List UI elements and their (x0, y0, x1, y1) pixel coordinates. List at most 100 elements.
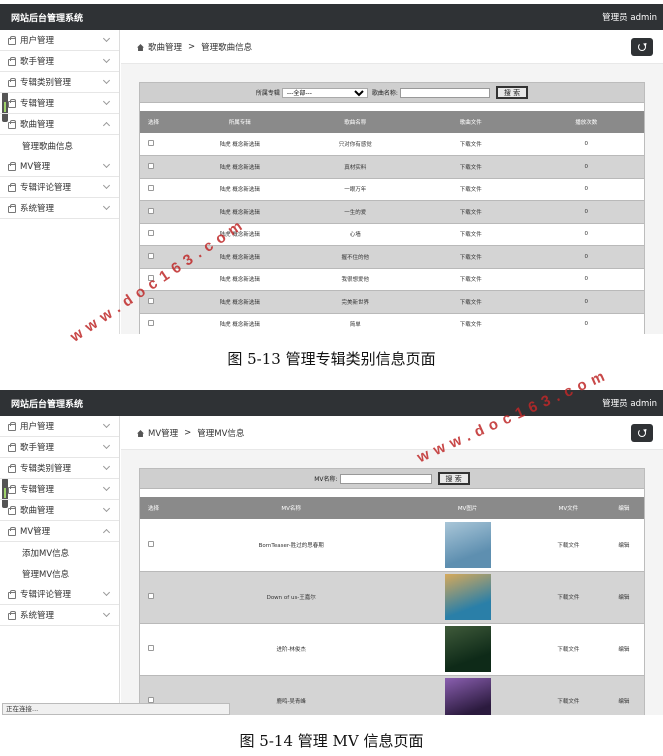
download-link[interactable]: 下载文件 (413, 155, 529, 179)
mv-thumbnail-image (444, 678, 491, 715)
sidebar-item[interactable]: 歌曲管理 (0, 114, 119, 135)
sidebar-item-label: 歌手管理 (20, 57, 55, 67)
chevron-down-icon (102, 202, 111, 211)
download-link[interactable]: 下载文件 (413, 290, 529, 314)
sidebar-item[interactable]: 专辑类别管理 (0, 72, 119, 93)
download-link[interactable]: 下载文件 (413, 200, 529, 224)
column-header: 编辑 (603, 497, 644, 519)
breadcrumb: 歌曲管理 > 管理歌曲信息 (121, 30, 663, 64)
sidebar-item[interactable]: 歌曲管理 (0, 500, 119, 521)
select-cell (140, 623, 181, 676)
refresh-button[interactable] (631, 38, 653, 56)
sidebar-item[interactable]: 专辑管理 (0, 93, 119, 114)
sidebar: 用户管理歌手管理 专辑类别管理专辑管理歌曲管理 MV管理添加MV信息 管理MV信息 专辑… (0, 416, 120, 715)
browser-status-bar: 正在连接... (2, 703, 230, 715)
row-checkbox[interactable] (148, 230, 154, 237)
sidebar-item[interactable]: 专辑类别管理 (0, 458, 119, 479)
download-link[interactable]: 下载文件 (413, 133, 529, 156)
search-button[interactable]: 搜 索 (437, 472, 470, 485)
edit-link[interactable]: 编辑 (603, 571, 644, 624)
sidebar-item[interactable]: 专辑评论管理 (0, 177, 119, 198)
sidebar-item[interactable]: MV管理 (0, 521, 119, 542)
sidebar-item[interactable]: 专辑管理 (0, 479, 119, 500)
sidebar-item-label: 专辑管理 (20, 485, 55, 495)
edit-link[interactable]: 编辑 (603, 519, 644, 572)
select-cell (140, 178, 182, 201)
username: admin (630, 399, 657, 409)
lock-icon (8, 56, 16, 66)
sidebar-item[interactable]: 系统管理 (0, 198, 119, 219)
row-checkbox[interactable] (148, 645, 154, 651)
sidebar-item[interactable]: 歌手管理 (0, 51, 119, 72)
chevron-down-icon (102, 462, 111, 471)
sidebar-item-label: MV管理 (20, 527, 51, 537)
sidebar-subitem[interactable]: 管理歌曲信息 (0, 135, 119, 156)
download-link[interactable]: 下载文件 (413, 223, 529, 246)
row-checkbox[interactable] (148, 252, 154, 259)
row-checkbox[interactable] (148, 185, 154, 192)
select-cell (140, 519, 181, 572)
chevron-down-icon (102, 55, 111, 64)
download-link[interactable]: 下载文件 (413, 245, 529, 269)
row-checkbox[interactable] (148, 162, 154, 169)
song-name-input[interactable] (399, 87, 490, 98)
mv-list-panel: MV名称: 搜 索 选择 MV名称 MV图片 MV文件 编辑 BornTeaser-胜过… (139, 468, 645, 715)
refresh-button[interactable] (631, 424, 653, 442)
sidebar-item-label: 系统管理 (20, 611, 55, 621)
sidebar-subitem[interactable]: 添加MV信息 (0, 542, 119, 563)
row-checkbox[interactable] (148, 207, 154, 214)
home-icon[interactable] (137, 430, 144, 437)
lock-icon (8, 421, 16, 431)
column-header: 选择 (140, 497, 181, 519)
sidebar-subitem[interactable]: 管理MV信息 (0, 563, 119, 584)
sidebar-item[interactable]: 专辑评论管理 (0, 584, 119, 605)
select-cell (140, 313, 182, 334)
home-icon[interactable] (137, 44, 144, 51)
search-button[interactable]: 搜 索 (495, 86, 529, 99)
row-checkbox[interactable] (148, 140, 154, 146)
breadcrumb-section[interactable]: MV管理 (148, 427, 178, 439)
mv-name-label: MV名称: (314, 476, 338, 483)
row-checkbox[interactable] (148, 540, 154, 547)
column-header: 选择 (140, 111, 182, 133)
lock-icon (8, 610, 16, 620)
download-link[interactable]: 下载文件 (413, 178, 529, 201)
table-row: 陆虎 概念新选辑 一生的爱 下载文件 0 (140, 200, 644, 224)
download-link[interactable]: 下载文件 (533, 571, 604, 624)
username: admin (630, 13, 657, 23)
download-link[interactable]: 下载文件 (413, 268, 529, 291)
mv-thumbnail-image (444, 626, 491, 672)
sidebar-item[interactable]: 系统管理 (0, 605, 119, 626)
mv-table: 选择 MV名称 MV图片 MV文件 编辑 BornTeaser-胜过的思春期 下载文件 编辑… (140, 497, 644, 715)
download-link[interactable]: 下载文件 (533, 519, 604, 572)
download-link[interactable]: 下载文件 (533, 675, 604, 715)
breadcrumb-section[interactable]: 歌曲管理 (148, 41, 182, 53)
lock-icon (8, 526, 16, 536)
sidebar-item[interactable]: 歌手管理 (0, 437, 119, 458)
album-select[interactable]: ---全部--- (281, 87, 368, 98)
column-header: 歌曲文件 (413, 111, 529, 133)
user-role: 管理员 (602, 399, 628, 409)
table-cell: Down of us-王嘉尔 (180, 571, 403, 624)
row-checkbox[interactable] (148, 593, 154, 599)
sidebar-item[interactable]: 用户管理 (0, 416, 119, 437)
row-checkbox[interactable] (148, 297, 154, 304)
column-header: MV图片 (402, 497, 534, 519)
download-link[interactable]: 下载文件 (533, 623, 604, 676)
lock-icon (8, 119, 16, 129)
download-link[interactable]: 下载文件 (413, 313, 529, 334)
sidebar-item[interactable]: MV管理 (0, 156, 119, 177)
breadcrumb-separator: > (184, 427, 192, 438)
edit-link[interactable]: 编辑 (603, 623, 644, 676)
sidebar-item[interactable]: 用户管理 (0, 30, 119, 51)
sidebar-item-label: 用户管理 (20, 422, 55, 432)
user-info[interactable]: 管理员 admin (602, 397, 657, 409)
mv-name-input[interactable] (339, 473, 432, 484)
table-row: 陆虎 概念新选辑 一眼万年 下载文件 0 (140, 178, 644, 201)
edit-link[interactable]: 编辑 (603, 675, 644, 715)
mv-management-screen: 网站后台管理系统 管理员 admin 用户管理 歌手管理 专辑类别管理 专辑管理 歌曲管… (0, 390, 663, 715)
row-checkbox[interactable] (148, 320, 154, 327)
table-row: 陆虎 概念新选辑 完美新世界 下载文件 0 (140, 290, 644, 314)
user-info[interactable]: 管理员 admin (602, 11, 657, 23)
table-cell: 0 (528, 223, 644, 246)
